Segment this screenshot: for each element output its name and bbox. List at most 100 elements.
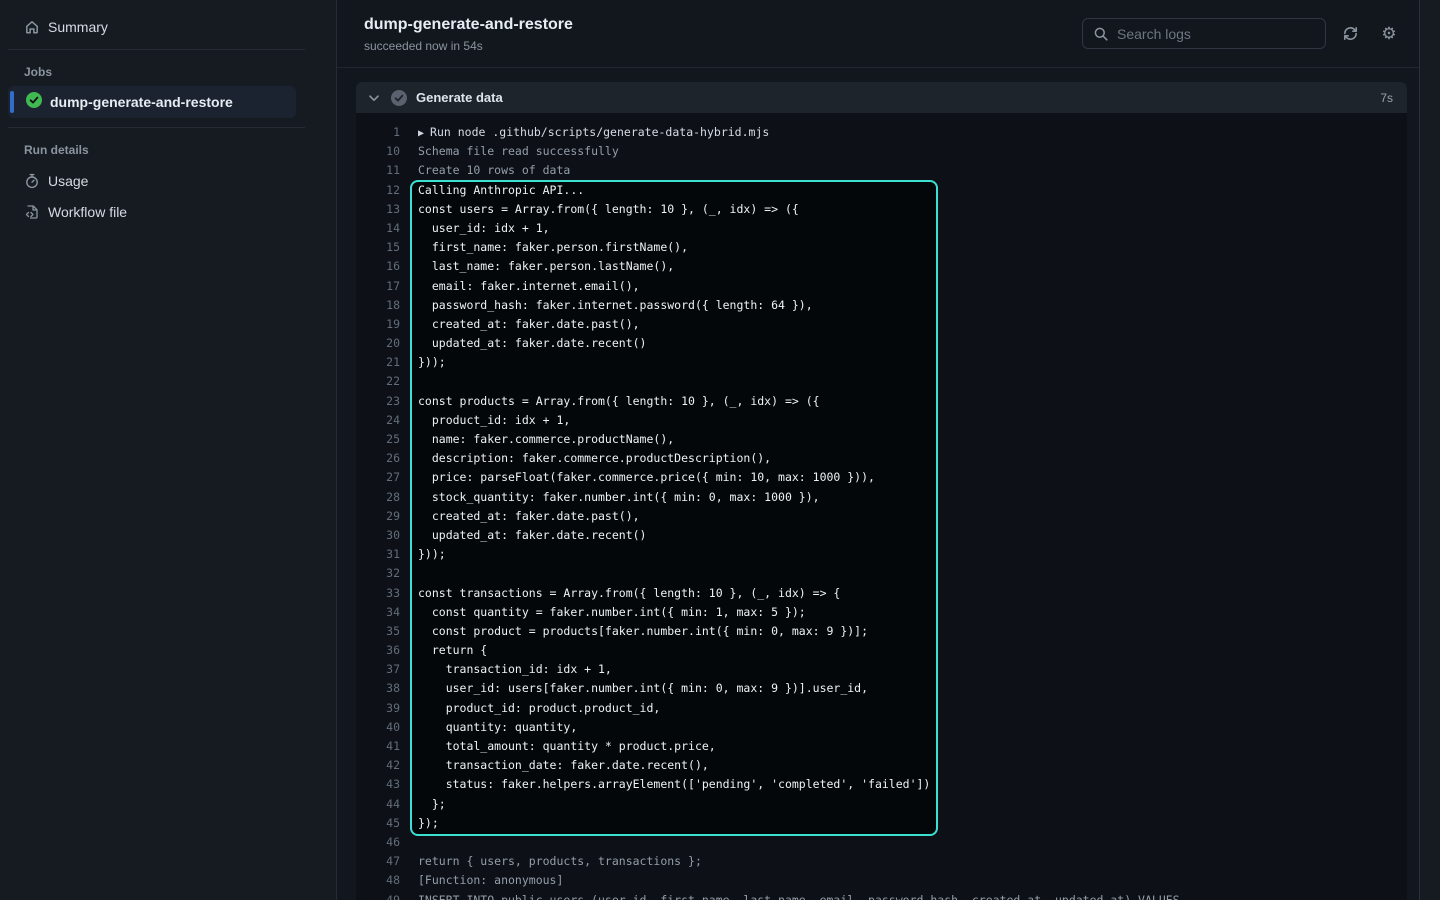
- log-line-23[interactable]: 23 const products = Array.from({ length: …: [356, 392, 1407, 411]
- line-number[interactable]: 21: [356, 353, 400, 372]
- log-line-31[interactable]: 31}));: [356, 545, 1407, 564]
- search-logs-input[interactable]: [1117, 26, 1315, 42]
- log-line-41[interactable]: 41 total_amount: quantity * product.pric…: [356, 737, 1407, 756]
- line-number[interactable]: 12: [356, 181, 400, 200]
- log-line-34[interactable]: 34 const quantity = faker.number.int({ m…: [356, 603, 1407, 622]
- log-line-37[interactable]: 37 transaction_id: idx + 1,: [356, 660, 1407, 679]
- log-line-36[interactable]: 36 return {: [356, 641, 1407, 660]
- line-number[interactable]: 22: [356, 372, 400, 391]
- log-text: updated_at: faker.date.recent(): [418, 334, 646, 353]
- log-line-33[interactable]: 33const transactions = Array.from({ leng…: [356, 584, 1407, 603]
- gear-icon[interactable]: ⚙: [1380, 24, 1398, 42]
- line-number[interactable]: 26: [356, 449, 400, 468]
- line-number[interactable]: 39: [356, 699, 400, 718]
- line-number[interactable]: 19: [356, 315, 400, 334]
- sidebar-item-workflow-file[interactable]: Workflow file: [16, 196, 304, 228]
- step-header-generate-data[interactable]: Generate data 7s: [356, 82, 1407, 113]
- line-number[interactable]: 24: [356, 411, 400, 430]
- line-number[interactable]: 47: [356, 852, 400, 871]
- log-line-42[interactable]: 42 transaction_date: faker.date.recent()…: [356, 756, 1407, 775]
- line-number[interactable]: 31: [356, 545, 400, 564]
- refresh-button[interactable]: [1341, 24, 1359, 42]
- log-line-38[interactable]: 38 user_id: users[faker.number.int({ min…: [356, 679, 1407, 698]
- line-number[interactable]: 37: [356, 660, 400, 679]
- sidebar-summary-label: Summary: [48, 19, 108, 35]
- log-line-28[interactable]: 28 stock_quantity: faker.number.int({ mi…: [356, 488, 1407, 507]
- log-line-47[interactable]: 47return { users, products, transactions…: [356, 852, 1407, 871]
- chevron-down-icon[interactable]: [366, 90, 382, 106]
- log-line-30[interactable]: 30 updated_at: faker.date.recent(): [356, 526, 1407, 545]
- line-number[interactable]: 14: [356, 219, 400, 238]
- log-line-20[interactable]: 20 updated_at: faker.date.recent(): [356, 334, 1407, 353]
- sidebar-divider: [8, 49, 305, 50]
- line-number[interactable]: 1: [356, 123, 400, 142]
- line-number[interactable]: 23: [356, 392, 400, 411]
- line-number[interactable]: 44: [356, 795, 400, 814]
- group-expand-triangle-icon[interactable]: ▶: [418, 128, 424, 139]
- log-text: product_id: product.product_id,: [418, 699, 660, 718]
- line-number[interactable]: 34: [356, 603, 400, 622]
- log-line-15[interactable]: 15 first_name: faker.person.firstName(),: [356, 238, 1407, 257]
- page-title: dump-generate-and-restore: [364, 16, 573, 34]
- line-number[interactable]: 15: [356, 238, 400, 257]
- line-number[interactable]: 38: [356, 679, 400, 698]
- log-line-35[interactable]: 35 const product = products[faker.number…: [356, 622, 1407, 641]
- line-number[interactable]: 48: [356, 871, 400, 890]
- line-number[interactable]: 33: [356, 584, 400, 603]
- log-line-45[interactable]: 45});: [356, 814, 1407, 833]
- line-number[interactable]: 30: [356, 526, 400, 545]
- line-number[interactable]: 28: [356, 488, 400, 507]
- log-line-27[interactable]: 27 price: parseFloat(faker.commerce.pric…: [356, 468, 1407, 487]
- log-line-40[interactable]: 40 quantity: quantity,: [356, 718, 1407, 737]
- log-line-14[interactable]: 14 user_id: idx + 1,: [356, 219, 1407, 238]
- log-line-12[interactable]: 12Calling Anthropic API...: [356, 181, 1407, 200]
- log-text: email: faker.internet.email(),: [418, 277, 640, 296]
- sidebar-item-summary[interactable]: Summary: [16, 11, 304, 43]
- log-line-46[interactable]: 46: [356, 833, 1407, 852]
- line-number[interactable]: 18: [356, 296, 400, 315]
- log-line-1[interactable]: 1▶Run node .github/scripts/generate-data…: [356, 123, 1407, 142]
- line-number[interactable]: 49: [356, 891, 400, 900]
- line-number[interactable]: 17: [356, 277, 400, 296]
- line-number[interactable]: 29: [356, 507, 400, 526]
- log-line-17[interactable]: 17 email: faker.internet.email(),: [356, 277, 1407, 296]
- log-line-10[interactable]: 10Schema file read successfully: [356, 142, 1407, 161]
- line-number[interactable]: 35: [356, 622, 400, 641]
- line-number[interactable]: 25: [356, 430, 400, 449]
- log-line-22[interactable]: 22: [356, 372, 1407, 391]
- line-number[interactable]: 20: [356, 334, 400, 353]
- log-line-29[interactable]: 29 created_at: faker.date.past(),: [356, 507, 1407, 526]
- line-number[interactable]: 46: [356, 833, 400, 852]
- log-line-24[interactable]: 24 product_id: idx + 1,: [356, 411, 1407, 430]
- log-line-49[interactable]: 49INSERT INTO public.users (user_id, fir…: [356, 891, 1407, 900]
- log-line-48[interactable]: 48[Function: anonymous]: [356, 871, 1407, 890]
- line-number[interactable]: 16: [356, 257, 400, 276]
- sidebar-item-usage[interactable]: Usage: [16, 165, 304, 197]
- line-number[interactable]: 36: [356, 641, 400, 660]
- line-number[interactable]: 41: [356, 737, 400, 756]
- log-line-25[interactable]: 25 name: faker.commerce.productName(),: [356, 430, 1407, 449]
- log-line-11[interactable]: 11Create 10 rows of data: [356, 161, 1407, 180]
- log-line-44[interactable]: 44 };: [356, 795, 1407, 814]
- line-number[interactable]: 43: [356, 775, 400, 794]
- sidebar-job-dump-generate-and-restore[interactable]: dump-generate-and-restore: [8, 86, 296, 118]
- search-logs-box[interactable]: [1082, 18, 1326, 49]
- log-line-18[interactable]: 18 password_hash: faker.internet.passwor…: [356, 296, 1407, 315]
- log-line-16[interactable]: 16 last_name: faker.person.lastName(),: [356, 257, 1407, 276]
- log-line-39[interactable]: 39 product_id: product.product_id,: [356, 699, 1407, 718]
- line-number[interactable]: 27: [356, 468, 400, 487]
- line-number[interactable]: 45: [356, 814, 400, 833]
- line-number[interactable]: 10: [356, 142, 400, 161]
- log-line-13[interactable]: 13const users = Array.from({ length: 10 …: [356, 200, 1407, 219]
- log-line-26[interactable]: 26 description: faker.commerce.productDe…: [356, 449, 1407, 468]
- log-text: const products = Array.from({ length: 10…: [418, 392, 820, 411]
- log-line-43[interactable]: 43 status: faker.helpers.arrayElement(['…: [356, 775, 1407, 794]
- log-line-21[interactable]: 21}));: [356, 353, 1407, 372]
- line-number[interactable]: 42: [356, 756, 400, 775]
- line-number[interactable]: 32: [356, 564, 400, 583]
- line-number[interactable]: 13: [356, 200, 400, 219]
- log-line-32[interactable]: 32: [356, 564, 1407, 583]
- line-number[interactable]: 11: [356, 161, 400, 180]
- log-line-19[interactable]: 19 created_at: faker.date.past(),: [356, 315, 1407, 334]
- line-number[interactable]: 40: [356, 718, 400, 737]
